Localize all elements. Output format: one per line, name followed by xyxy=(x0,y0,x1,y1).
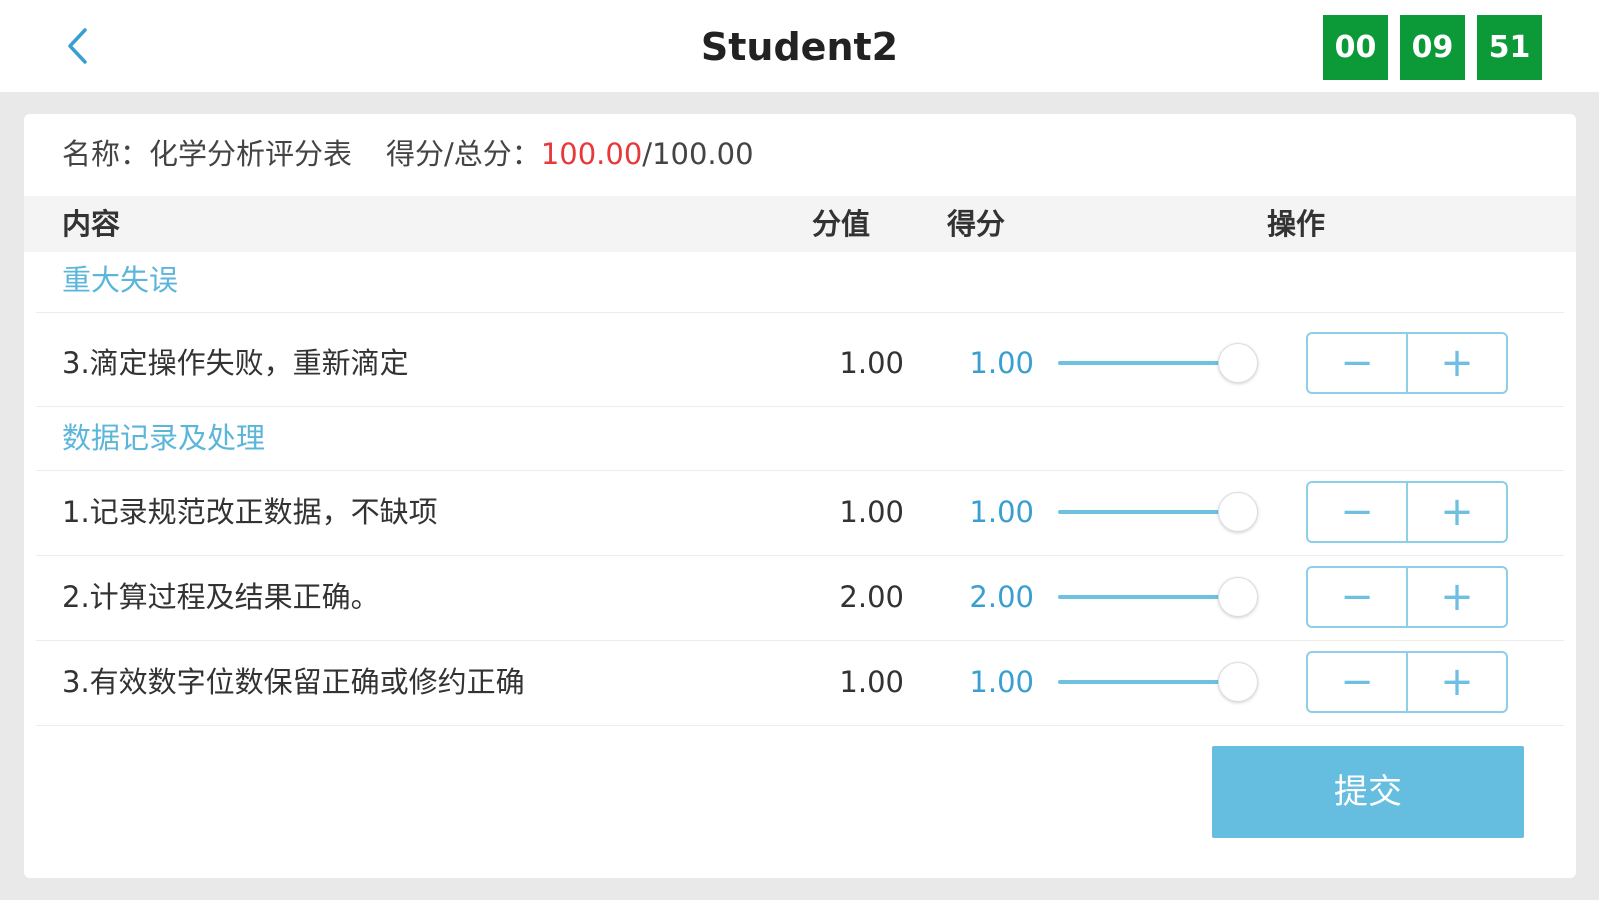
divider xyxy=(36,555,1564,556)
divider xyxy=(36,470,1564,471)
score-slider[interactable] xyxy=(1058,490,1258,534)
score-slider[interactable] xyxy=(1058,575,1258,619)
divider xyxy=(36,312,1564,313)
column-value: 分值 xyxy=(812,207,871,241)
timer-hours: 00 xyxy=(1323,15,1388,80)
item-value: 1.00 xyxy=(839,346,904,380)
table-header: 内容 分值 得分 操作 xyxy=(24,196,1576,252)
slider-track xyxy=(1058,510,1238,514)
score-stepper: − + xyxy=(1306,566,1508,628)
item-value: 2.00 xyxy=(839,580,904,614)
item-value: 1.00 xyxy=(839,665,904,699)
score-stepper: − + xyxy=(1306,651,1508,713)
item-score: 1.00 xyxy=(969,495,1034,529)
score-stepper: − + xyxy=(1306,332,1508,394)
score-stepper: − + xyxy=(1306,481,1508,543)
increment-button[interactable]: + xyxy=(1408,483,1506,541)
item-value: 1.00 xyxy=(839,495,904,529)
item-score: 1.00 xyxy=(969,665,1034,699)
decrement-button[interactable]: − xyxy=(1308,334,1408,392)
slider-track xyxy=(1058,595,1238,599)
scoring-card: 名称：化学分析评分表 得分/总分：100.00/100.00 内容 分值 得分 操… xyxy=(24,114,1576,878)
score-slider[interactable] xyxy=(1058,341,1258,385)
item-name: 3.滴定操作失败，重新滴定 xyxy=(62,346,409,380)
score-slider[interactable] xyxy=(1058,660,1258,704)
decrement-button[interactable]: − xyxy=(1308,483,1408,541)
sheet-name: 化学分析评分表 xyxy=(149,137,353,171)
slider-track xyxy=(1058,680,1238,684)
section-label: 重大失误 xyxy=(62,263,179,297)
item-score: 2.00 xyxy=(969,580,1034,614)
decrement-button[interactable]: − xyxy=(1308,653,1408,711)
section-label: 数据记录及处理 xyxy=(62,421,266,455)
slider-thumb[interactable] xyxy=(1218,343,1258,383)
back-button[interactable] xyxy=(58,24,98,68)
total-value: /100.00 xyxy=(642,137,754,171)
submit-button[interactable]: 提交 xyxy=(1212,746,1524,838)
slider-thumb[interactable] xyxy=(1218,662,1258,702)
item-name: 3.有效数字位数保留正确或修约正确 xyxy=(62,665,525,699)
top-bar: Student2 00 09 51 xyxy=(0,0,1599,92)
slider-thumb[interactable] xyxy=(1218,492,1258,532)
increment-button[interactable]: + xyxy=(1408,653,1506,711)
divider xyxy=(36,640,1564,641)
sheet-name-label: 名称： xyxy=(62,137,150,171)
divider xyxy=(36,725,1564,726)
timer-minutes: 09 xyxy=(1400,15,1465,80)
slider-track xyxy=(1058,361,1238,365)
decrement-button[interactable]: − xyxy=(1308,568,1408,626)
item-name: 2.计算过程及结果正确。 xyxy=(62,580,380,614)
sheet-info: 名称：化学分析评分表 得分/总分：100.00/100.00 xyxy=(62,134,754,174)
column-score: 得分 xyxy=(947,207,1006,241)
slider-thumb[interactable] xyxy=(1218,577,1258,617)
item-score: 1.00 xyxy=(969,346,1034,380)
divider xyxy=(36,406,1564,407)
chevron-left-icon xyxy=(68,28,87,64)
score-value: 100.00 xyxy=(540,137,643,171)
item-name: 1.记录规范改正数据，不缺项 xyxy=(62,495,438,529)
increment-button[interactable]: + xyxy=(1408,568,1506,626)
column-content: 内容 xyxy=(62,207,121,241)
timer-seconds: 51 xyxy=(1477,15,1542,80)
increment-button[interactable]: + xyxy=(1408,334,1506,392)
column-action: 操作 xyxy=(1267,207,1326,241)
score-label: 得分/总分： xyxy=(386,137,541,171)
